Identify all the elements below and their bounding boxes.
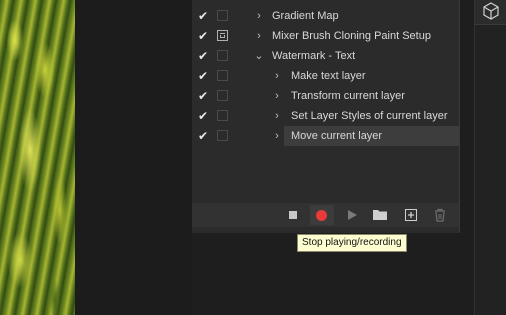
new-action-icon xyxy=(405,209,417,221)
chevron-down-icon[interactable]: ⌄ xyxy=(254,48,264,64)
action-label: Transform current layer xyxy=(291,90,405,102)
action-label: Set Layer Styles of current layer xyxy=(291,110,448,122)
check-icon[interactable]: ✔ xyxy=(198,129,210,143)
dialog-toggle-box[interactable] xyxy=(217,90,228,101)
play-button[interactable] xyxy=(340,205,364,225)
dock-header xyxy=(475,0,506,25)
canvas-background xyxy=(75,0,192,315)
action-row[interactable]: ✔ › Mixer Brush Cloning Paint Setup xyxy=(192,26,459,46)
actions-panel: ✔ › Gradient Map ✔ › Mixer Brush Cloning Pain… xyxy=(192,0,460,233)
dialog-toggle-box[interactable] xyxy=(217,110,228,121)
action-row[interactable]: ✔ ⌄ Watermark - Text xyxy=(192,46,459,66)
check-icon[interactable]: ✔ xyxy=(198,69,210,83)
action-row[interactable]: ✔ › Set Layer Styles of current layer xyxy=(192,106,459,126)
dialog-toggle-box[interactable] xyxy=(217,130,228,141)
action-row[interactable]: ✔ › Transform current layer xyxy=(192,86,459,106)
chevron-right-icon[interactable]: › xyxy=(272,108,282,124)
action-label: Make text layer xyxy=(291,70,366,82)
dialog-toggle-box[interactable] xyxy=(217,70,228,81)
action-row[interactable]: ✔ › Gradient Map xyxy=(192,6,459,26)
new-set-button[interactable] xyxy=(368,205,392,225)
check-icon[interactable]: ✔ xyxy=(198,49,210,63)
delete-button[interactable] xyxy=(428,205,452,225)
chevron-right-icon[interactable]: › xyxy=(272,68,282,84)
action-row[interactable]: ✔ › Make text layer xyxy=(192,66,459,86)
action-label: Mixer Brush Cloning Paint Setup xyxy=(272,30,431,42)
folder-icon xyxy=(373,210,387,220)
trash-icon xyxy=(435,208,445,222)
dialog-toggle-box[interactable] xyxy=(217,50,228,61)
tooltip: Stop playing/recording xyxy=(297,234,407,252)
chevron-right-icon[interactable]: › xyxy=(272,128,282,144)
action-row[interactable]: ✔ › Move current layer xyxy=(192,126,459,146)
canvas-photo xyxy=(0,0,75,315)
check-icon[interactable]: ✔ xyxy=(198,9,210,23)
action-label: Watermark - Text xyxy=(272,50,356,62)
chevron-right-icon[interactable]: › xyxy=(254,28,264,44)
check-icon[interactable]: ✔ xyxy=(198,29,210,43)
check-icon[interactable]: ✔ xyxy=(198,89,210,103)
action-label: Gradient Map xyxy=(272,10,339,22)
right-dock xyxy=(474,0,506,315)
play-icon xyxy=(348,210,357,220)
dialog-toggle-icon[interactable] xyxy=(217,30,228,41)
3d-cube-icon[interactable] xyxy=(475,0,506,24)
check-icon[interactable]: ✔ xyxy=(198,109,210,123)
action-label: Move current layer xyxy=(291,130,383,142)
stop-icon xyxy=(289,211,297,219)
stop-button[interactable] xyxy=(281,205,305,225)
actions-toolbar xyxy=(192,203,459,227)
chevron-right-icon[interactable]: › xyxy=(254,8,264,24)
dialog-toggle-box[interactable] xyxy=(217,10,228,21)
new-action-button[interactable] xyxy=(399,205,423,225)
chevron-right-icon[interactable]: › xyxy=(272,88,282,104)
record-icon xyxy=(316,210,327,221)
record-button[interactable] xyxy=(310,205,334,225)
